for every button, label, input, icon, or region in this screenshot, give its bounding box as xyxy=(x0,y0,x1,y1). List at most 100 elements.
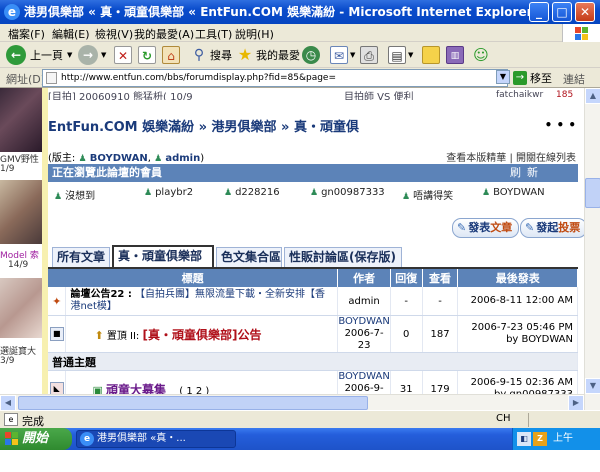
favorites-button[interactable]: ★ 我的最愛 xyxy=(236,45,300,65)
maximize-button[interactable]: □ xyxy=(552,2,572,22)
refresh-link[interactable]: 刷新 xyxy=(510,164,544,182)
folder-button[interactable] xyxy=(422,45,440,65)
back-button[interactable]: ← 上一頁 ▼ xyxy=(6,45,72,65)
messenger-button[interactable]: ☺ xyxy=(472,45,490,65)
scroll-right-button[interactable]: ▶ xyxy=(568,395,584,410)
menu-help[interactable]: 說明(H) xyxy=(235,26,274,42)
search-button[interactable]: ⚲ 搜尋 xyxy=(190,45,232,65)
refresh-icon: ↻ xyxy=(138,46,156,64)
refresh-button[interactable]: ↻ xyxy=(138,45,156,65)
menu-tools[interactable]: 工具(T) xyxy=(195,26,232,42)
pinned-thread-link[interactable]: [真・頑童俱樂部]公告 xyxy=(143,328,262,342)
go-button[interactable]: → 移至 xyxy=(513,70,552,86)
thumbnail-image[interactable] xyxy=(0,278,42,338)
viewer-item[interactable]: ♟ d228216 xyxy=(224,187,280,198)
scroll-up-button[interactable]: ▲ xyxy=(585,88,600,104)
clock[interactable]: 上午 02:36 xyxy=(553,428,600,472)
scroll-down-button[interactable]: ▼ xyxy=(585,378,600,394)
section-header-row: 普通主題 xyxy=(48,352,578,371)
table-row: ■ ⬆ 置頂 II: [真・頑童俱樂部]公告 BOYDWAN 2006-7-23… xyxy=(48,315,578,353)
mail-button[interactable]: ✉ ▼ xyxy=(330,45,355,65)
pinned-prefix: 置頂 II: xyxy=(106,330,140,342)
viewer-item[interactable]: ♟ playbr2 xyxy=(144,187,193,198)
forward-arrow-icon: → xyxy=(78,45,98,65)
viewer-item[interactable]: ♟ 沒想到 xyxy=(54,187,95,202)
taskbar: 開始 e 港男俱樂部 «真・... ◧ Z 上午 02:36 xyxy=(0,428,600,466)
header-lastpost: 最後發表 xyxy=(457,269,578,287)
thread-lastpost-time[interactable]: 2006-9-15 02:36 AM xyxy=(458,377,573,389)
menu-view[interactable]: 檢視(V) xyxy=(95,26,133,42)
user-icon: ♟ xyxy=(310,188,319,198)
new-thread-button[interactable]: ✎ 發表文章 xyxy=(452,218,520,238)
history-button[interactable]: ◷ xyxy=(302,45,320,65)
horizontal-scrollbar[interactable]: ◀ ▶ xyxy=(0,394,584,410)
section-label: 普通主題 xyxy=(48,352,578,371)
vertical-scroll-thumb[interactable] xyxy=(585,178,600,208)
viewer-item[interactable]: ♟ BOYDWAN xyxy=(482,187,545,198)
minimize-button[interactable]: _ xyxy=(529,2,549,22)
scroll-left-button[interactable]: ◀ xyxy=(0,395,16,410)
ime-indicator[interactable]: CH xyxy=(496,413,511,424)
edit-button[interactable]: ▤ ▼ xyxy=(388,45,413,65)
menu-favorites[interactable]: 我的最愛(A) xyxy=(134,26,194,42)
pinned-replies: 0 xyxy=(390,315,423,353)
tab-club[interactable]: 真・頑童俱樂部 xyxy=(112,245,214,267)
pinned-author[interactable]: BOYDWAN xyxy=(338,316,389,328)
announcement-lastpost: 2006-8-11 12:00 AM xyxy=(457,287,578,316)
home-button[interactable]: ⌂ xyxy=(162,45,180,65)
home-icon: ⌂ xyxy=(162,46,180,64)
sidebar-label: 3/9 xyxy=(0,356,15,366)
new-poll-button[interactable]: ✎ 發起投票 xyxy=(520,218,584,238)
forward-button[interactable]: → ▼ xyxy=(78,45,106,65)
menu-edit[interactable]: 編輯(E) xyxy=(52,26,90,42)
announcement-replies: - xyxy=(390,287,423,316)
moderator-link[interactable]: BOYDWAN xyxy=(90,153,148,164)
menu-file[interactable]: 檔案(F) xyxy=(8,26,45,42)
stop-button[interactable]: ✕ xyxy=(114,45,132,65)
vertical-scrollbar[interactable]: ▲ ▼ xyxy=(584,88,600,410)
top-strip-user[interactable]: fatchaikwr xyxy=(496,90,543,100)
announcement-views: - xyxy=(422,287,459,316)
thumbnail-image[interactable] xyxy=(0,88,42,152)
tab-collection[interactable]: 色文集合區 xyxy=(216,247,282,267)
print-icon: ⎙ xyxy=(360,46,378,64)
research-button[interactable]: ▥ xyxy=(446,45,464,65)
links-label[interactable]: 連結 xyxy=(563,71,585,87)
tab-all-posts[interactable]: 所有文章 xyxy=(52,247,110,267)
thumbnail-image[interactable] xyxy=(0,180,42,244)
tab-discussion[interactable]: 性販討論區(保存版) xyxy=(284,247,402,267)
page-icon xyxy=(46,72,57,84)
address-dropdown-button[interactable]: ▼ xyxy=(496,70,510,84)
close-button[interactable]: ✕ xyxy=(575,2,595,22)
moderator-link[interactable]: admin xyxy=(165,153,200,164)
start-button[interactable]: 開始 xyxy=(0,428,72,450)
breadcrumb[interactable]: EntFun.COM 娛樂滿紛 » 港男俱樂部 » 真・頑童俱 xyxy=(48,116,359,135)
viewer-item[interactable]: ♟ 唔講得笑 xyxy=(402,187,453,202)
chevron-down-icon: ▼ xyxy=(101,51,107,59)
messenger-icon: ☺ xyxy=(473,46,489,64)
status-bar: e 完成 CH xyxy=(0,410,600,428)
folder-icon xyxy=(422,46,440,64)
pinned-lastpost-time[interactable]: 2006-7-23 05:46 PM xyxy=(458,322,573,334)
address-input[interactable]: http://www.entfun.com/bbs/forumdisplay.p… xyxy=(42,69,508,87)
viewers-header: 正在瀏覽此論壇的會員 刷新 xyxy=(48,164,578,182)
pinned-lastpost-by[interactable]: by BOYDWAN xyxy=(458,334,573,346)
viewer-item[interactable]: ♟ gn00987333 xyxy=(310,187,385,198)
tray-app-icon[interactable]: Z xyxy=(533,432,547,446)
title-bar[interactable]: e 港男俱樂部 « 真・頑童俱樂部 « EntFun.COM 娛樂滿紛 - Mi… xyxy=(0,0,600,24)
sidebar-label: 1/9 xyxy=(0,164,15,174)
toolbar: ← 上一頁 ▼ → ▼ ✕ ↻ ⌂ ⚲ 搜尋 ★ 我的最愛 ◷ ✉ ▼ ⎙ ▤ … xyxy=(0,42,600,68)
thread-author[interactable]: BOYDWAN xyxy=(338,371,389,383)
announcement-author[interactable]: admin xyxy=(337,287,391,316)
go-label: 移至 xyxy=(530,72,552,85)
top-strip-left[interactable]: [目拍] 20060910 熊猛枡( 10/9 xyxy=(48,88,193,100)
print-button[interactable]: ⎙ xyxy=(360,45,378,65)
stop-icon: ✕ xyxy=(114,46,132,64)
top-strip-right[interactable]: 目拍師 VS 便利 xyxy=(344,88,414,100)
top-links[interactable]: 查看本版精華 | 開關在線列表 xyxy=(446,149,576,164)
taskbar-ie-window[interactable]: e 港男俱樂部 «真・... xyxy=(76,430,236,448)
thread-status-icon: ■ xyxy=(49,327,64,341)
search-icon: ⚲ xyxy=(193,47,205,63)
horizontal-scroll-thumb[interactable] xyxy=(18,396,368,410)
network-icon[interactable]: ◧ xyxy=(517,432,531,446)
